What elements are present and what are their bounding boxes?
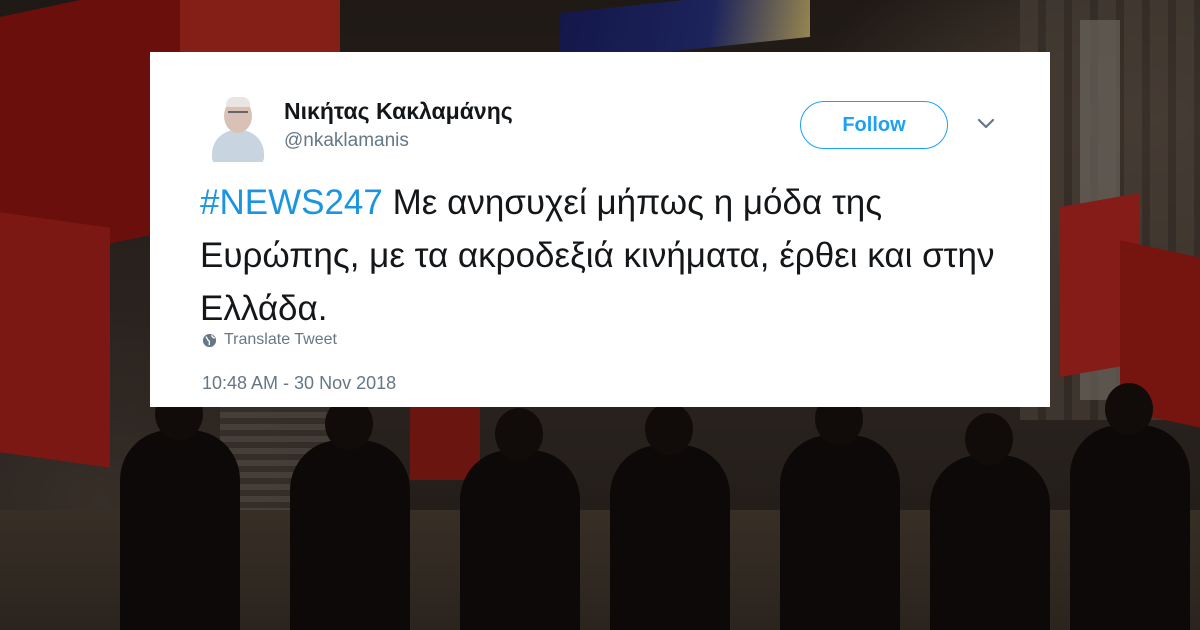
tweet-card: Νικήτας Κακλαμάνης @nkaklamanis Follow #… <box>150 52 1050 407</box>
avatar-body <box>212 130 264 162</box>
tweet-text: #NEWS247 Με ανησυχεί μήπως η μόδα της Ευ… <box>200 176 1000 335</box>
hashtag-link[interactable]: #NEWS247 <box>200 183 383 222</box>
avatar-hair <box>226 97 250 107</box>
avatar[interactable] <box>210 96 266 162</box>
translate-tweet-link[interactable]: Translate Tweet <box>202 331 337 349</box>
translate-label: Translate Tweet <box>224 331 337 348</box>
tweet-timestamp[interactable]: 10:48 AM - 30 Nov 2018 <box>202 373 396 394</box>
globe-icon <box>202 333 217 347</box>
author-name[interactable]: Νικήτας Κακλαμάνης <box>284 98 513 125</box>
avatar-glasses <box>228 111 248 117</box>
follow-button[interactable]: Follow <box>800 101 948 149</box>
author-handle[interactable]: @nkaklamanis <box>284 130 409 152</box>
chevron-down-icon[interactable] <box>976 116 996 132</box>
